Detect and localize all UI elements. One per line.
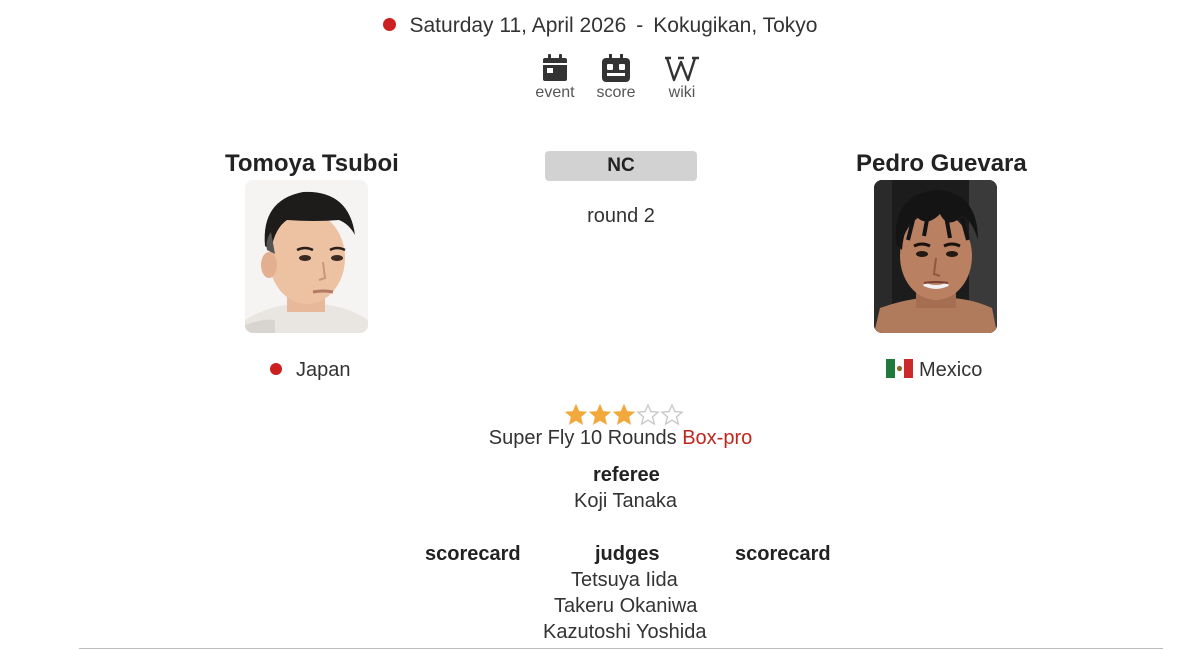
star-empty-icon[interactable] — [636, 403, 660, 427]
wiki-link-label: wiki — [668, 84, 696, 101]
referee-heading: referee — [593, 464, 660, 486]
fighter-right-photo[interactable] — [874, 180, 997, 333]
status-dot — [382, 17, 396, 31]
judges-heading: judges — [595, 543, 660, 565]
fighter-left-photo[interactable] — [245, 180, 368, 333]
header-separator: - — [636, 14, 644, 37]
referee-name[interactable]: Koji Tanaka — [574, 490, 677, 513]
star-empty-icon[interactable] — [660, 403, 684, 427]
bout-rounds: 10 Rounds — [579, 427, 677, 449]
star-filled-icon[interactable] — [588, 403, 612, 427]
judge-name[interactable]: Takeru Okaniwa — [554, 595, 697, 618]
calendar-icon — [543, 54, 567, 81]
event-venue: Kokugikan, Tokyo — [653, 14, 818, 37]
score-link[interactable]: score — [586, 52, 646, 102]
bout-division: Super Fly — [488, 427, 575, 449]
fighter-left-name[interactable]: Tomoya Tsuboi — [225, 150, 399, 178]
star-filled-icon[interactable] — [564, 403, 588, 427]
japan-flag-icon — [270, 362, 282, 375]
mexico-flag-icon — [886, 359, 913, 379]
bout-info: Super Fly 10 Rounds Box-pro — [0, 427, 1200, 450]
scoreboard-icon — [602, 54, 630, 82]
result-round: round 2 — [587, 205, 655, 227]
scorecard-left-heading: scorecard — [425, 543, 521, 565]
star-filled-icon[interactable] — [612, 403, 636, 427]
fighter-right-country: Mexico — [886, 359, 982, 382]
fighter-left-country: Japan — [270, 359, 351, 382]
fighter-right-country-label: Mexico — [919, 359, 983, 381]
event-date: Saturday 11, April 2026 — [409, 14, 627, 37]
divider — [79, 648, 1163, 649]
bout-sport[interactable]: Box-pro — [682, 427, 752, 449]
event-header: Saturday 11, April 2026- Kokugikan, Tokyo — [0, 14, 1200, 38]
event-link[interactable]: event — [525, 52, 585, 102]
fighter-left-country-label: Japan — [296, 359, 351, 381]
judge-name[interactable]: Kazutoshi Yoshida — [543, 621, 706, 644]
event-link-label: event — [535, 84, 575, 101]
wiki-link[interactable]: wiki — [652, 52, 712, 102]
rating-stars[interactable] — [564, 403, 684, 427]
result-badge: NC — [545, 151, 697, 181]
fighter-right-name[interactable]: Pedro Guevara — [856, 150, 1027, 178]
judge-name[interactable]: Tetsuya Iida — [571, 569, 678, 592]
scorecard-right-heading: scorecard — [735, 543, 831, 565]
wikipedia-icon — [665, 56, 699, 82]
score-link-label: score — [596, 84, 636, 101]
